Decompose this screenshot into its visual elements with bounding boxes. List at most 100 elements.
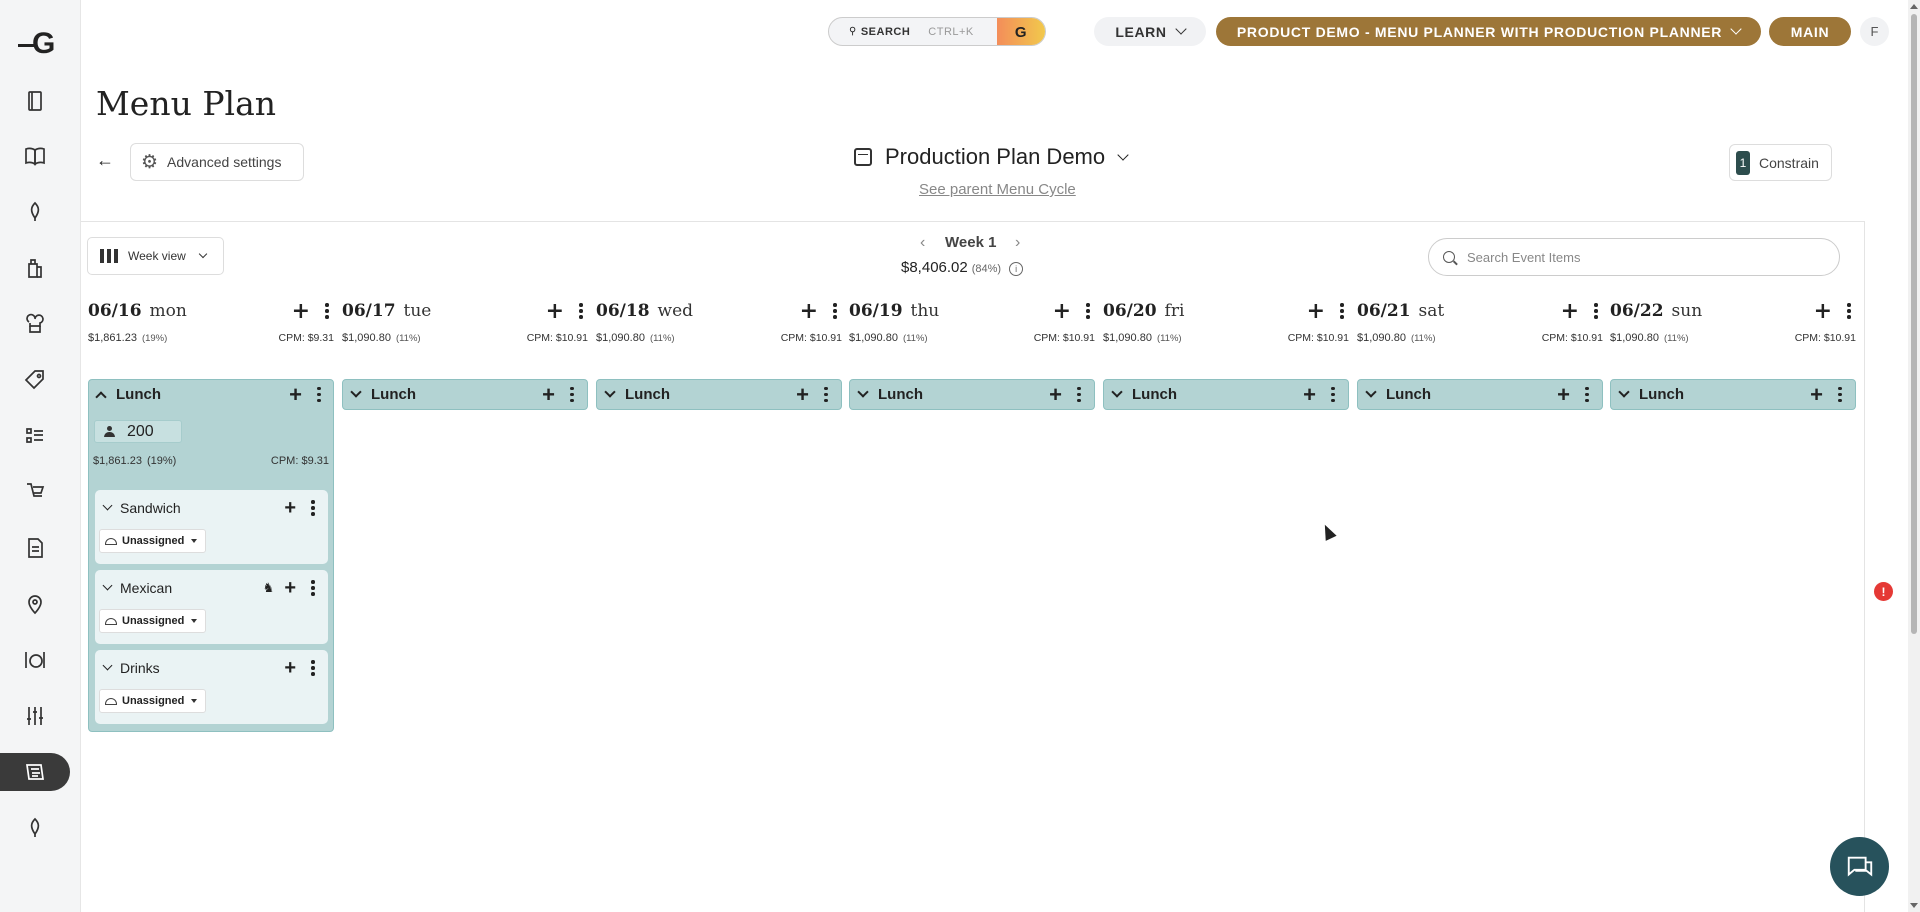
add-icon[interactable]: + xyxy=(284,498,296,518)
view-selector[interactable]: Week view xyxy=(87,237,224,275)
add-icon[interactable]: + xyxy=(284,658,296,678)
add-icon[interactable]: + xyxy=(546,300,564,322)
add-icon[interactable]: + xyxy=(1814,300,1832,322)
global-search[interactable]: ⚲ SEARCH CTRL+K G xyxy=(828,17,1046,46)
book-icon[interactable] xyxy=(0,137,70,175)
caret-down-icon xyxy=(191,619,197,623)
assignee-select[interactable]: Unassigned xyxy=(99,529,206,553)
previous-week-button[interactable]: ‹ xyxy=(920,234,925,252)
meal-header-sun[interactable]: Lunch + xyxy=(1610,379,1856,410)
recipes-icon[interactable] xyxy=(0,82,70,120)
chevron-up-icon[interactable] xyxy=(95,391,107,403)
day-pct: (19%) xyxy=(141,332,168,344)
dining-icon[interactable] xyxy=(0,641,70,679)
chat-support-button[interactable] xyxy=(1830,837,1889,896)
more-vertical-icon[interactable] xyxy=(574,302,588,320)
day-cost: $1,090.80 xyxy=(1357,332,1406,344)
settings-sliders-icon[interactable] xyxy=(0,697,70,735)
chevron-down-icon[interactable] xyxy=(102,500,113,510)
menu-plan-icon[interactable] xyxy=(0,753,70,791)
next-week-button[interactable]: › xyxy=(1015,234,1020,252)
chevron-down-icon[interactable] xyxy=(1365,386,1377,398)
more-vertical-icon[interactable] xyxy=(1335,302,1349,320)
chevron-down-icon[interactable] xyxy=(1111,386,1123,398)
search-icon xyxy=(1443,251,1455,263)
more-vertical-icon[interactable] xyxy=(1842,302,1856,320)
add-icon[interactable]: + xyxy=(284,578,296,598)
more-vertical-icon[interactable] xyxy=(1081,302,1095,320)
assignee-select[interactable]: Unassigned xyxy=(99,689,206,713)
chevron-down-icon[interactable] xyxy=(604,386,616,398)
inventory-icon[interactable] xyxy=(0,249,70,287)
chevron-down-icon[interactable] xyxy=(350,386,362,398)
meal-header-monday[interactable]: Lunch + xyxy=(88,379,334,410)
more-vertical-icon[interactable] xyxy=(320,302,334,320)
document-icon[interactable] xyxy=(0,529,70,567)
add-icon[interactable]: + xyxy=(1303,383,1316,406)
parent-menu-cycle-link[interactable]: See parent Menu Cycle xyxy=(919,181,1076,198)
add-icon[interactable]: + xyxy=(292,300,310,322)
assignee-select[interactable]: Unassigned xyxy=(99,609,206,633)
chevron-down-icon[interactable] xyxy=(102,660,113,670)
add-icon[interactable]: + xyxy=(1561,300,1579,322)
advanced-settings-button[interactable]: ⚙ Advanced settings xyxy=(130,143,304,181)
more-vertical-icon[interactable] xyxy=(828,302,842,320)
more-vertical-icon[interactable] xyxy=(1589,302,1603,320)
add-icon[interactable]: + xyxy=(1810,383,1823,406)
add-icon[interactable]: + xyxy=(1307,300,1325,322)
more-vertical-icon[interactable] xyxy=(1072,386,1086,404)
week-total: $8,406.02 (84%) i xyxy=(901,259,1024,276)
add-icon[interactable]: + xyxy=(800,300,818,322)
add-icon[interactable]: + xyxy=(1049,383,1062,406)
checklist-icon[interactable] xyxy=(0,417,70,455)
guest-count-field[interactable]: 200 xyxy=(94,420,182,443)
meal-header-wed[interactable]: Lunch + xyxy=(596,379,842,410)
order-icon[interactable] xyxy=(0,473,70,511)
more-vertical-icon[interactable] xyxy=(565,386,579,404)
add-icon[interactable]: + xyxy=(289,383,302,406)
more-vertical-icon[interactable] xyxy=(1326,386,1340,404)
more-vertical-icon[interactable] xyxy=(1833,386,1847,404)
day-date: 06/20 xyxy=(1103,301,1157,321)
day-cpm: CPM: $10.91 xyxy=(1794,332,1856,344)
meal-header-sat[interactable]: Lunch + xyxy=(1357,379,1603,410)
meal-header-thu[interactable]: Lunch + xyxy=(849,379,1095,410)
columns-icon xyxy=(100,249,118,263)
page-scrollbar[interactable] xyxy=(1908,0,1920,912)
app-logo[interactable]: G xyxy=(18,27,68,60)
more-vertical-icon[interactable] xyxy=(306,499,320,517)
more-vertical-icon[interactable] xyxy=(306,579,320,597)
add-icon[interactable]: + xyxy=(1053,300,1071,322)
add-icon[interactable]: + xyxy=(542,383,555,406)
chevron-down-icon[interactable] xyxy=(102,580,113,590)
tag-icon[interactable] xyxy=(0,361,70,399)
info-icon[interactable]: i xyxy=(1009,262,1024,276)
ingredient-icon[interactable] xyxy=(0,193,70,231)
chef-station-icon[interactable]: ♞ xyxy=(263,580,275,596)
back-arrow-icon[interactable]: ← xyxy=(96,150,114,171)
location-icon[interactable] xyxy=(0,585,70,623)
more-vertical-icon[interactable] xyxy=(819,386,833,404)
learn-menu[interactable]: LEARN xyxy=(1094,17,1206,46)
more-vertical-icon[interactable] xyxy=(1580,386,1594,404)
chevron-down-icon[interactable] xyxy=(1618,386,1630,398)
more-vertical-icon[interactable] xyxy=(312,386,326,404)
plan-selector[interactable]: Production Plan Demo xyxy=(854,144,1129,170)
category-name: Mexican xyxy=(120,580,173,596)
branch-button[interactable]: MAIN xyxy=(1769,17,1851,46)
kitchen-icon[interactable] xyxy=(0,305,70,343)
chevron-down-icon[interactable] xyxy=(857,386,869,398)
add-icon[interactable]: + xyxy=(796,383,809,406)
category-name: Drinks xyxy=(120,660,160,676)
user-avatar[interactable]: F xyxy=(1860,17,1889,46)
event-item-search[interactable]: Search Event Items xyxy=(1428,238,1840,276)
ingredient-2-icon[interactable] xyxy=(0,809,70,847)
more-vertical-icon[interactable] xyxy=(306,659,320,677)
project-selector[interactable]: PRODUCT DEMO - MENU PLANNER WITH PRODUCT… xyxy=(1216,17,1761,46)
add-icon[interactable]: + xyxy=(1557,383,1570,406)
ai-assistant-button[interactable]: G xyxy=(997,18,1045,45)
alert-badge[interactable]: ! xyxy=(1874,582,1893,601)
constrain-button[interactable]: 1 Constrain xyxy=(1729,144,1832,181)
meal-header-fri[interactable]: Lunch + xyxy=(1103,379,1349,410)
meal-header-tue[interactable]: Lunch + xyxy=(342,379,588,410)
